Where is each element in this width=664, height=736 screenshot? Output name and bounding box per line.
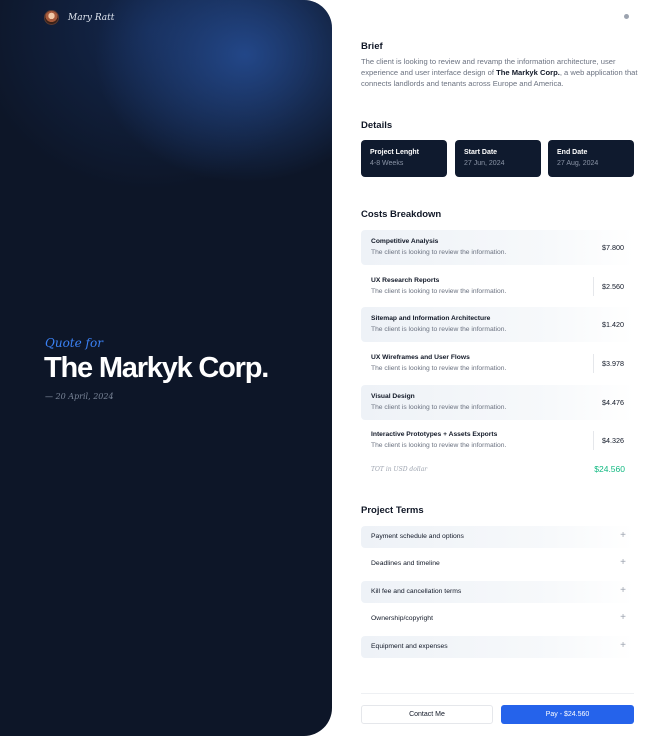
- brief-text: The client is looking to review and reva…: [361, 56, 641, 89]
- cost-item-name: UX Wireframes and User Flows: [371, 354, 470, 361]
- avatar[interactable]: [44, 10, 59, 25]
- cost-item-price: $3.978: [602, 359, 624, 368]
- cost-item-desc: The client is looking to review the info…: [371, 404, 507, 411]
- cost-item-name: Visual Design: [371, 393, 415, 400]
- details-title: Details: [361, 120, 393, 131]
- cost-item-row: Visual Design The client is looking to r…: [361, 385, 634, 420]
- pay-button[interactable]: Pay - $24.560: [501, 705, 634, 724]
- detail-value: 4-8 Weeks: [370, 160, 404, 167]
- cost-item-row: Competitive Analysis The client is looki…: [361, 230, 634, 265]
- cost-item-desc: The client is looking to review the info…: [371, 326, 507, 333]
- hero-panel: Mary Ratt Quote for The Markyk Corp. — 2…: [0, 0, 332, 736]
- brief-title: Brief: [361, 41, 383, 52]
- cost-divider: [593, 431, 594, 450]
- contact-button[interactable]: Contact Me: [361, 705, 493, 724]
- term-deadlines[interactable]: Deadlines and timeline +: [361, 553, 634, 575]
- cost-item-name: Sitemap and Information Architecture: [371, 315, 491, 322]
- plus-icon[interactable]: +: [620, 586, 626, 596]
- cost-divider: [593, 277, 594, 296]
- detail-value: 27 Aug, 2024: [557, 160, 599, 167]
- cost-item-price: $4.476: [602, 398, 624, 407]
- detail-card-start-date: Start Date 27 Jun, 2024: [455, 140, 541, 177]
- cost-item-price: $1.420: [602, 320, 624, 329]
- cost-item-price: $2.560: [602, 282, 624, 291]
- term-label: Equipment and expenses: [371, 643, 448, 650]
- footer-divider: [361, 693, 634, 694]
- detail-card-project-length: Project Lenght 4-8 Weeks: [361, 140, 447, 177]
- quote-date: — 20 April, 2024: [45, 392, 114, 401]
- menu-dot-icon[interactable]: [624, 14, 629, 19]
- term-label: Payment schedule and options: [371, 533, 464, 540]
- cost-item-name: UX Research Reports: [371, 277, 440, 284]
- plus-icon[interactable]: +: [620, 613, 626, 623]
- terms-title: Project Terms: [361, 505, 424, 516]
- quote-for-label: Quote for: [45, 336, 103, 350]
- detail-label: End Date: [557, 149, 588, 156]
- total-value: $24.560: [594, 464, 625, 474]
- cost-item-desc: The client is looking to review the info…: [371, 288, 507, 295]
- plus-icon[interactable]: +: [620, 558, 626, 568]
- detail-value: 27 Jun, 2024: [464, 160, 505, 167]
- detail-card-end-date: End Date 27 Aug, 2024: [548, 140, 634, 177]
- brief-client-name: The Markyk Corp.: [496, 68, 560, 77]
- cost-item-desc: The client is looking to review the info…: [371, 442, 507, 449]
- plus-icon[interactable]: +: [620, 531, 626, 541]
- cost-divider: [593, 354, 594, 373]
- cost-item-price: $4.326: [602, 436, 624, 445]
- user-badge[interactable]: Mary Ratt: [44, 10, 114, 25]
- total-label: TOT in USD dollar: [371, 466, 428, 473]
- cost-item-name: Competitive Analysis: [371, 238, 439, 245]
- detail-label: Project Lenght: [370, 149, 420, 156]
- cost-item-row: Interactive Prototypes + Assets Exports …: [361, 423, 634, 458]
- term-equipment[interactable]: Equipment and expenses +: [361, 636, 634, 658]
- cost-item-name: Interactive Prototypes + Assets Exports: [371, 431, 498, 438]
- cost-item-price: $7.800: [602, 243, 624, 252]
- user-name: Mary Ratt: [68, 12, 115, 23]
- cost-item-desc: The client is looking to review the info…: [371, 249, 507, 256]
- term-payment-schedule[interactable]: Payment schedule and options +: [361, 526, 634, 548]
- plus-icon[interactable]: +: [620, 641, 626, 651]
- cost-item-row: Sitemap and Information Architecture The…: [361, 307, 634, 342]
- term-label: Kill fee and cancellation terms: [371, 588, 462, 595]
- costs-title: Costs Breakdown: [361, 209, 442, 220]
- term-kill-fee[interactable]: Kill fee and cancellation terms +: [361, 581, 634, 603]
- cost-item-row: UX Research Reports The client is lookin…: [361, 269, 634, 304]
- cost-item-row: UX Wireframes and User Flows The client …: [361, 346, 634, 381]
- term-label: Deadlines and timeline: [371, 560, 440, 567]
- term-ownership[interactable]: Ownership/copyright +: [361, 608, 634, 630]
- company-title: The Markyk Corp.: [44, 352, 269, 384]
- cost-item-desc: The client is looking to review the info…: [371, 365, 507, 372]
- detail-label: Start Date: [464, 149, 498, 156]
- term-label: Ownership/copyright: [371, 615, 433, 622]
